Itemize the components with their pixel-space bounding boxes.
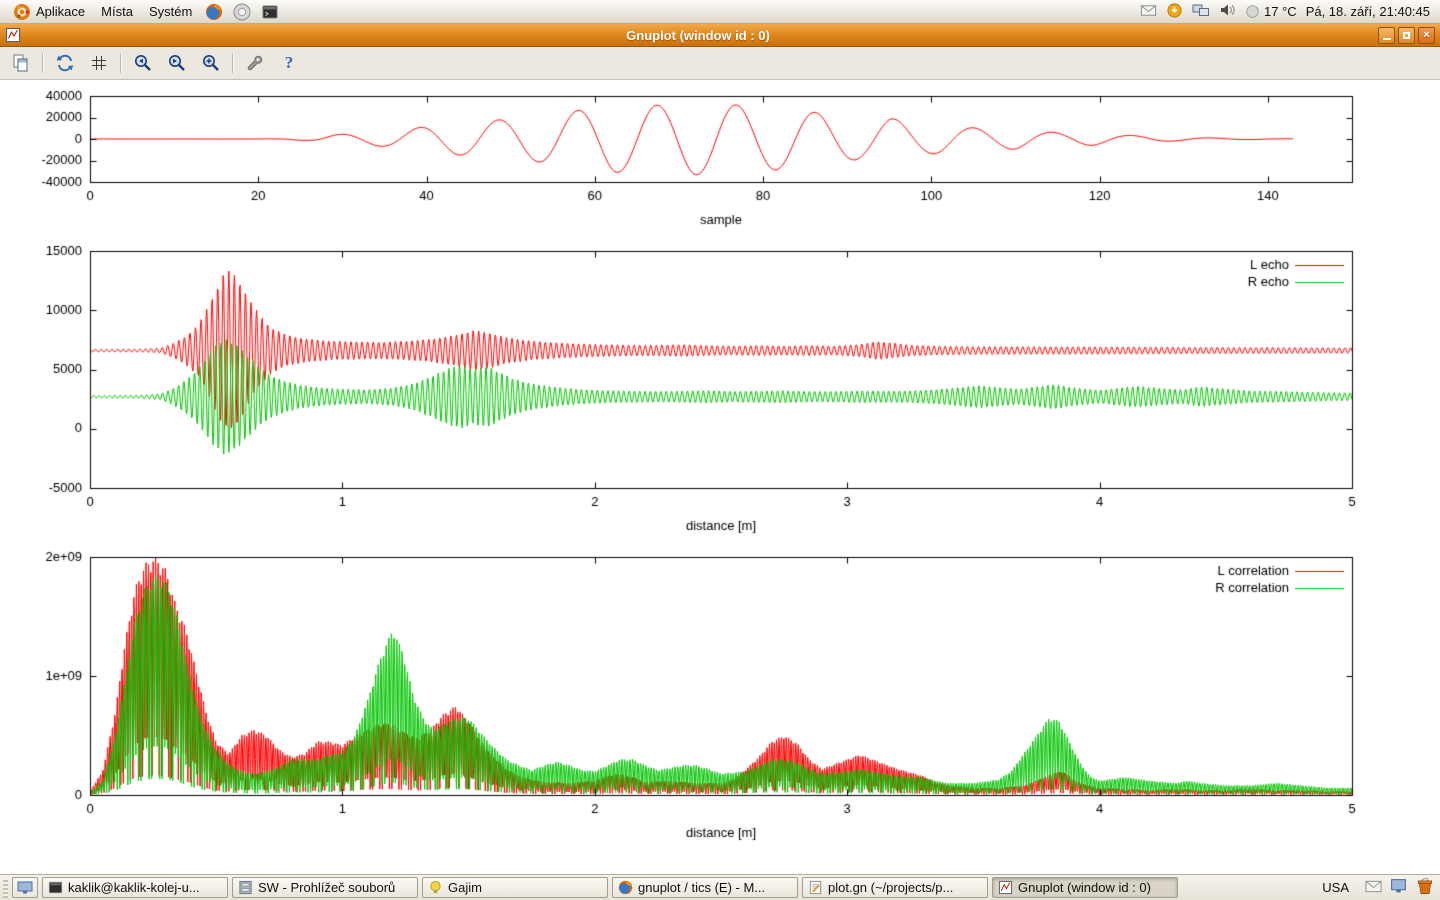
task-button-text-editor[interactable]: plot.gn (~/projects/p...	[802, 877, 988, 898]
help-launcher[interactable]	[229, 2, 255, 22]
task-button-label: plot.gn (~/projects/p...	[828, 880, 953, 895]
applications-menu-label: Aplikace	[36, 4, 85, 19]
show-desktop-icon	[17, 881, 33, 895]
help-browser-icon	[233, 3, 251, 21]
system-menu[interactable]: Systém	[142, 2, 199, 21]
file-manager-icon	[238, 880, 253, 895]
toolbar-separator	[42, 53, 44, 73]
display-tray-icon[interactable]	[1192, 2, 1210, 21]
terminal-launcher[interactable]	[257, 2, 283, 22]
keyboard-layout-indicator[interactable]: USA	[1314, 878, 1357, 897]
task-button-file-manager[interactable]: SW - Prohlížeč souborů	[232, 877, 418, 898]
close-button[interactable]: ×	[1418, 27, 1435, 44]
task-button-label: gnuplot / tics (E) - M...	[638, 880, 765, 895]
gnuplot-window-icon	[5, 27, 21, 43]
gnuplot-toolbar: ?	[0, 47, 1440, 80]
titlebar[interactable]: Gnuplot (window id : 0) ×	[0, 24, 1440, 47]
taskbar: kaklik@kaklik-kolej-u... SW - Prohlížeč …	[0, 874, 1440, 900]
places-menu-label: Místa	[101, 4, 133, 19]
toggle-grid-button[interactable]	[86, 50, 112, 76]
minimize-button[interactable]	[1378, 27, 1395, 44]
wrench-icon	[245, 53, 265, 73]
help-icon: ?	[285, 53, 294, 73]
mail-icon	[1140, 2, 1157, 19]
window-title: Gnuplot (window id : 0)	[21, 28, 1375, 43]
minimize-icon	[1383, 38, 1391, 40]
zoom-next-icon	[167, 53, 187, 73]
applications-menu[interactable]: Aplikace	[6, 1, 92, 23]
help-button[interactable]: ?	[276, 50, 302, 76]
distro-logo-icon	[13, 3, 31, 21]
gnuplot-icon	[998, 880, 1013, 895]
weather-icon	[1245, 4, 1260, 19]
weather-applet[interactable]: 17 °C	[1245, 4, 1297, 19]
volume-icon	[1219, 2, 1236, 18]
configure-button[interactable]	[242, 50, 268, 76]
task-button-gajim[interactable]: Gajim	[422, 877, 608, 898]
tray-display[interactable]	[1390, 878, 1407, 897]
zoom-previous-button[interactable]	[130, 50, 156, 76]
updates-icon	[1166, 2, 1183, 19]
display-icon	[1390, 878, 1407, 894]
terminal-icon	[48, 880, 63, 895]
trash-icon	[1415, 876, 1435, 896]
tray-mail[interactable]	[1365, 879, 1382, 897]
plot-canvas[interactable]	[0, 80, 1440, 874]
toolbar-separator	[232, 53, 234, 73]
volume-tray-icon[interactable]	[1219, 2, 1236, 21]
firefox-launcher[interactable]	[201, 2, 227, 22]
copy-icon	[11, 53, 31, 73]
task-button-label: SW - Prohlížeč souborů	[258, 880, 395, 895]
zoom-next-button[interactable]	[164, 50, 190, 76]
terminal-icon	[261, 3, 279, 21]
gnome-panel: Aplikace Místa Systém	[0, 0, 1440, 24]
maximize-icon	[1403, 32, 1410, 39]
grid-icon	[89, 53, 109, 73]
places-menu[interactable]: Místa	[94, 2, 140, 21]
mail-tray-icon[interactable]	[1140, 2, 1157, 22]
toolbar-separator	[120, 53, 122, 73]
copy-clipboard-button[interactable]	[8, 50, 34, 76]
task-button-label: kaklik@kaklik-kolej-u...	[68, 880, 200, 895]
refresh-icon	[55, 53, 75, 73]
close-icon: ×	[1423, 30, 1429, 41]
trash-applet[interactable]	[1415, 876, 1435, 899]
replot-button[interactable]	[52, 50, 78, 76]
task-button-label: Gnuplot (window id : 0)	[1018, 880, 1151, 895]
updates-tray-icon[interactable]	[1166, 2, 1183, 22]
firefox-icon	[205, 3, 223, 21]
temperature-label: 17 °C	[1264, 4, 1297, 19]
autoscale-button[interactable]	[198, 50, 224, 76]
clock-applet[interactable]: Pá, 18. září, 21:40:45	[1306, 4, 1430, 19]
mail-icon	[1365, 879, 1382, 894]
maximize-button[interactable]	[1398, 27, 1415, 44]
task-button-firefox[interactable]: gnuplot / tics (E) - M...	[612, 877, 798, 898]
panel-handle[interactable]	[3, 878, 8, 898]
autoscale-icon	[201, 53, 221, 73]
task-button-label: Gajim	[448, 880, 482, 895]
plot-area	[0, 80, 1440, 874]
show-desktop-button[interactable]	[12, 877, 38, 898]
gajim-icon	[428, 880, 443, 895]
zoom-previous-icon	[133, 53, 153, 73]
task-button-gnuplot[interactable]: Gnuplot (window id : 0)	[992, 877, 1178, 898]
task-button-terminal[interactable]: kaklik@kaklik-kolej-u...	[42, 877, 228, 898]
display-icon	[1192, 2, 1210, 18]
firefox-icon	[618, 880, 633, 895]
system-menu-label: Systém	[149, 4, 192, 19]
text-editor-icon	[808, 880, 823, 895]
